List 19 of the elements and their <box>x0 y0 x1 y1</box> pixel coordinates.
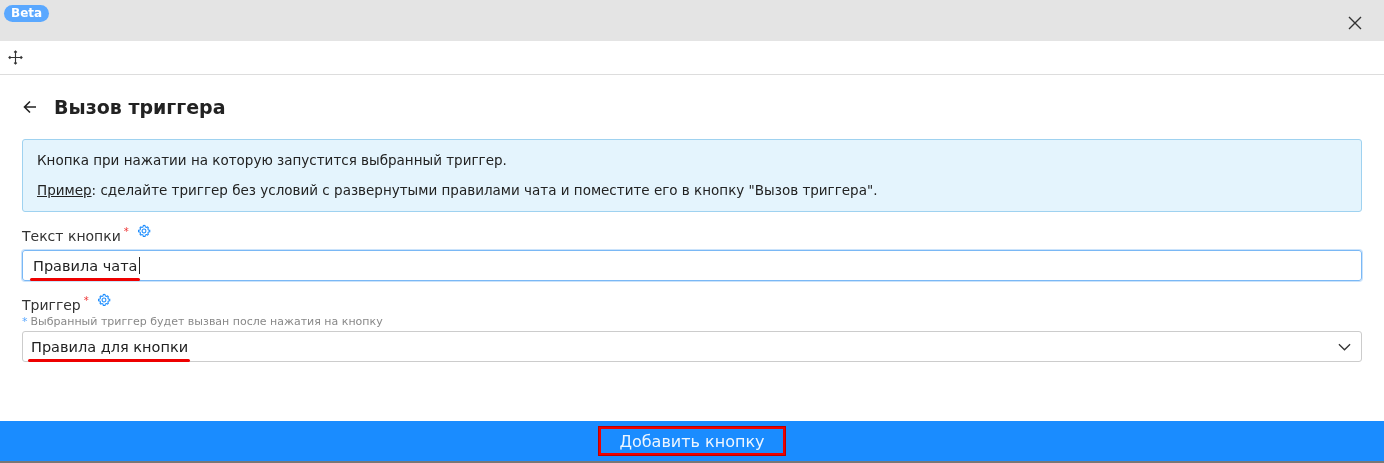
required-mark: * <box>123 226 129 237</box>
hint-mark: * <box>22 315 28 328</box>
example-text: Пример: сделайте триггер без условий с развернутыми правилами чата и поместите его в кнопку "Вызов триггера". <box>37 182 879 198</box>
back-arrow-icon[interactable] <box>23 100 37 114</box>
field-label: Текст кнопки <box>22 228 121 244</box>
field-hint: Выбранный триггер будет вызван после нажатия на кнопку <box>30 315 383 328</box>
beta-badge: Beta <box>4 5 50 22</box>
page-title: Вызов триггера <box>54 96 226 118</box>
field-label: Триггер <box>22 297 81 313</box>
settings-icon[interactable] <box>96 293 111 307</box>
info-text: Кнопка при нажатии на которую запустится выбранный триггер. <box>37 152 508 168</box>
dropdown[interactable]: Правила для кнопки <box>22 331 1362 362</box>
move-icon[interactable] <box>8 50 23 65</box>
settings-icon[interactable] <box>136 224 151 238</box>
close-icon[interactable] <box>1348 16 1362 30</box>
example-link[interactable]: Пример <box>37 182 92 198</box>
required-mark: * <box>83 295 89 306</box>
text-field[interactable]: Правила чата <box>22 250 1362 281</box>
chevron-down-icon <box>1338 342 1351 351</box>
